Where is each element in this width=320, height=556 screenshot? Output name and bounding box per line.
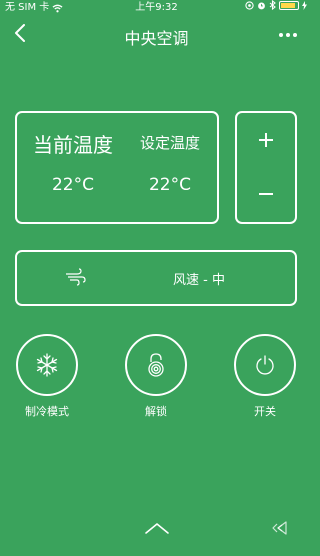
bluetooth-icon	[269, 0, 276, 10]
more-dot-icon	[286, 33, 290, 37]
power-icon	[256, 355, 274, 375]
more-button[interactable]	[279, 28, 301, 42]
current-temp-value: 22°C	[51, 175, 94, 195]
plus-icon	[259, 133, 273, 147]
location-icon	[245, 0, 254, 10]
temperature-adjust-card	[235, 111, 297, 224]
sound-button[interactable]	[272, 520, 290, 536]
nav-bar: 中央空调	[0, 18, 313, 52]
cooling-mode-label: 制冷模式	[25, 405, 69, 418]
power-button[interactable]	[234, 334, 296, 396]
battery-fill	[281, 2, 296, 8]
power-label: 开关	[254, 405, 276, 418]
chevron-up-icon	[145, 523, 169, 534]
snowflake-icon	[36, 353, 58, 377]
set-temperature: 设定温度 22°C	[131, 113, 209, 222]
unlock-label: 解锁	[145, 405, 167, 418]
audio-icon	[272, 521, 287, 535]
expand-button[interactable]	[143, 520, 171, 536]
current-temp-label: 当前温度	[33, 133, 113, 157]
unlock-icon	[148, 353, 164, 377]
battery-icon	[279, 0, 299, 10]
more-dot-icon	[279, 33, 283, 37]
status-right	[245, 0, 307, 10]
wind-icon	[66, 268, 86, 286]
decrease-temp-button[interactable]	[237, 173, 295, 213]
set-temp-value: 22°C	[148, 175, 191, 195]
page-title: 中央空调	[124, 29, 189, 48]
more-dot-icon	[293, 33, 297, 37]
cooling-mode-button[interactable]	[16, 334, 78, 396]
minus-icon	[259, 193, 273, 195]
fan-speed-label: 风速 - 中	[173, 273, 225, 288]
status-bar: 无 SIM 卡 上午9:32	[0, 0, 313, 16]
fan-speed-button[interactable]: 风速 - 中	[15, 250, 297, 306]
current-temperature: 当前温度 22°C	[23, 113, 123, 222]
increase-temp-button[interactable]	[237, 121, 295, 161]
set-temp-label: 设定温度	[139, 134, 200, 152]
charging-icon	[302, 0, 307, 10]
alarm-icon	[258, 2, 265, 9]
unlock-button[interactable]	[125, 334, 187, 396]
temperature-card: 当前温度 22°C 设定温度 22°C	[15, 111, 219, 224]
